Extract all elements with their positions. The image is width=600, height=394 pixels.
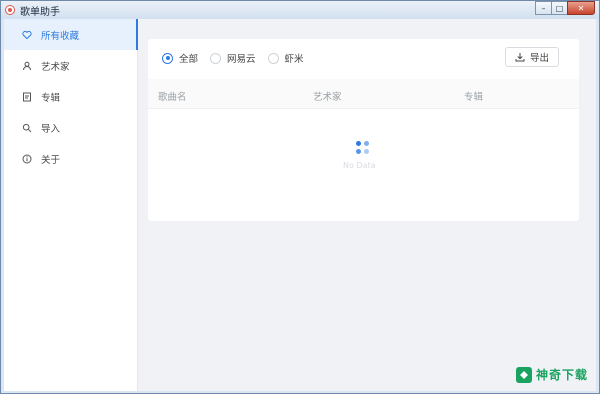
radio-indicator[interactable] — [210, 52, 222, 64]
column-header-artist[interactable]: 艺术家 — [313, 89, 342, 103]
radio-indicator[interactable] — [267, 52, 279, 64]
watermark-logo-icon — [515, 366, 532, 383]
radio-label: 网易云 — [227, 54, 256, 65]
client-area: 所有收藏 艺术家 专辑 导入 关于 全部 网易云 虾米 导出 歌曲名 艺术家 专… — [4, 19, 596, 391]
sidebar-item-label: 专辑 — [41, 92, 61, 104]
sidebar-item-favorites[interactable]: 所有收藏 — [4, 19, 138, 50]
filter-xiami-radio[interactable]: 虾米 — [267, 51, 304, 65]
sidebar-item-about[interactable]: 关于 — [4, 143, 137, 174]
minimize-button[interactable]: – — [535, 1, 552, 15]
close-button[interactable]: ✕ — [567, 1, 595, 15]
export-label: 导出 — [529, 53, 549, 64]
title-bar[interactable]: 歌单助手 – □ ✕ — [1, 1, 599, 19]
table-body: No Data — [148, 109, 579, 221]
sidebar-item-label: 所有收藏 — [41, 30, 80, 42]
sidebar-item-albums[interactable]: 专辑 — [4, 81, 137, 112]
sidebar-item-import[interactable]: 导入 — [4, 112, 137, 143]
watermark-text: 神奇下载 — [535, 368, 588, 382]
album-icon — [22, 92, 32, 102]
sidebar-item-artists[interactable]: 艺术家 — [4, 50, 137, 81]
songs-panel: 全部 网易云 虾米 导出 歌曲名 艺术家 专辑 No Data — [148, 39, 579, 221]
window-title: 歌单助手 — [20, 6, 60, 18]
app-logo-icon — [5, 5, 15, 15]
column-header-song[interactable]: 歌曲名 — [158, 89, 187, 103]
radio-label: 全部 — [179, 54, 199, 65]
watermark: 神奇下载 — [515, 366, 588, 383]
info-icon — [22, 154, 32, 164]
radio-indicator[interactable] — [162, 52, 173, 64]
empty-text: No Data — [343, 161, 376, 170]
download-icon — [515, 53, 525, 62]
sidebar-item-label: 艺术家 — [41, 61, 70, 73]
column-header-album[interactable]: 专辑 — [464, 89, 483, 103]
maximize-button[interactable]: □ — [551, 1, 568, 15]
radio-label: 虾米 — [284, 54, 304, 65]
sidebar: 所有收藏 艺术家 专辑 导入 关于 — [4, 19, 138, 391]
window-controls: – □ ✕ — [535, 1, 595, 15]
search-icon — [22, 123, 32, 133]
app-window: 歌单助手 – □ ✕ 所有收藏 艺术家 专辑 导入 关于 全部 网易云 虾米 导… — [0, 0, 600, 394]
sidebar-item-label: 关于 — [41, 154, 61, 166]
user-icon — [22, 61, 32, 71]
filter-netease-radio[interactable]: 网易云 — [210, 51, 256, 65]
sidebar-item-label: 导入 — [41, 123, 61, 135]
loading-spinner-icon — [356, 141, 370, 155]
export-button[interactable]: 导出 — [505, 47, 559, 67]
filter-all-radio[interactable]: 全部 — [162, 51, 198, 65]
source-filter: 全部 网易云 虾米 — [162, 51, 316, 65]
heart-icon — [22, 30, 32, 40]
table-header: 歌曲名 艺术家 专辑 — [148, 79, 579, 109]
